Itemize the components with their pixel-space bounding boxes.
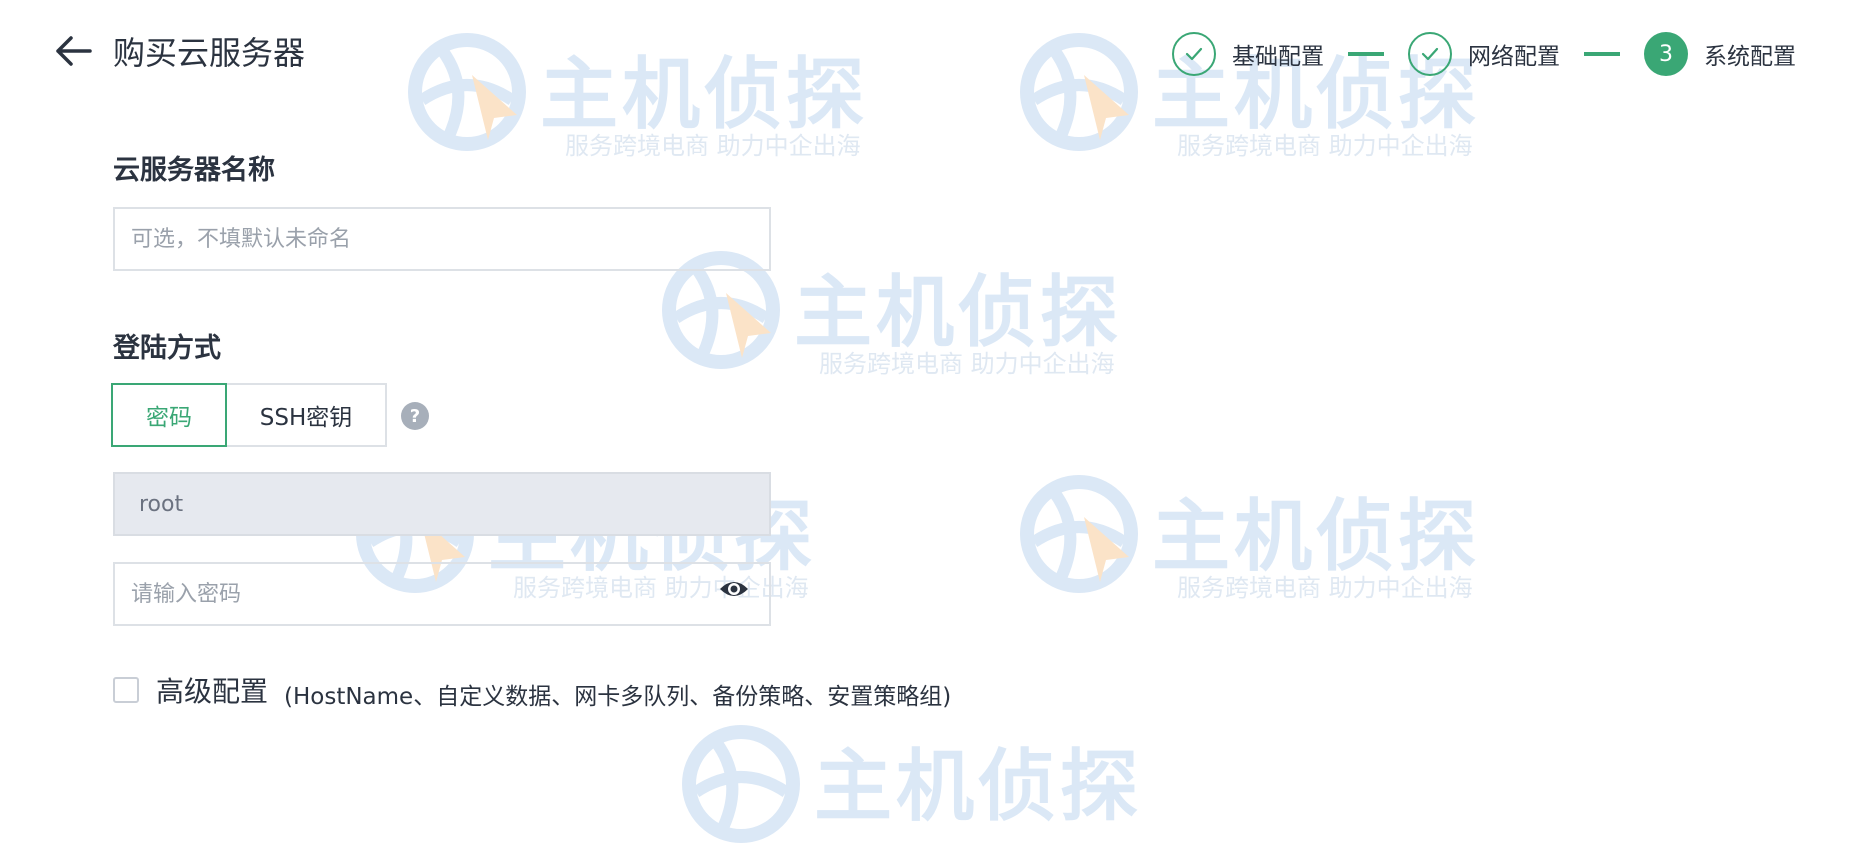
step-connector (1348, 52, 1384, 56)
watermark-globe-icon (408, 33, 526, 151)
watermark: 主机侦探 服务跨境电商 助力中企出海 (1014, 472, 1476, 602)
step-number-badge: 3 (1644, 32, 1688, 76)
username-field (113, 472, 771, 536)
watermark-globe-icon (1020, 475, 1138, 593)
watermark-title: 主机侦探 (814, 742, 1143, 832)
server-name-label: 云服务器名称 (113, 155, 275, 186)
server-name-input[interactable] (113, 207, 771, 271)
watermark-title: 主机侦探 (794, 268, 1123, 358)
check-icon (1185, 47, 1203, 61)
step-completed-indicator (1172, 32, 1216, 76)
watermark-subtitle: 服务跨境电商 助力中企出海 (1177, 574, 1473, 602)
advanced-config-description: (HostName、自定义数据、网卡多队列、备份策略、安置策略组) (284, 684, 952, 710)
watermark: 主机侦探 (676, 722, 1138, 852)
watermark-title: 主机侦探 (1152, 492, 1481, 582)
login-method-toggle: 密码 SSH密钥 (111, 383, 387, 447)
watermark-globe-icon (682, 725, 800, 843)
step-connector (1584, 52, 1620, 56)
login-method-label: 登陆方式 (113, 333, 221, 364)
check-icon (1421, 47, 1439, 61)
step-system-config: 3 系统配置 (1644, 32, 1796, 76)
step-basic-config: 基础配置 (1172, 32, 1324, 76)
watermark-globe-icon (1020, 33, 1138, 151)
question-mark-icon[interactable]: ? (401, 402, 429, 430)
watermark-subtitle: 服务跨境电商 助力中企出海 (819, 350, 1115, 378)
password-input[interactable] (113, 562, 771, 626)
step-label: 基础配置 (1232, 44, 1324, 70)
advanced-config-label[interactable]: 高级配置 (156, 670, 268, 710)
watermark-subtitle: 服务跨境电商 助力中企出海 (565, 132, 861, 160)
password-option-button[interactable]: 密码 (111, 383, 227, 447)
watermark-subtitle: 服务跨境电商 助力中企出海 (1177, 132, 1473, 160)
step-label: 网络配置 (1468, 44, 1560, 70)
advanced-config-checkbox[interactable] (113, 677, 139, 703)
ssh-key-option-button[interactable]: SSH密钥 (227, 383, 387, 447)
step-label: 系统配置 (1704, 44, 1796, 70)
eye-icon[interactable] (718, 577, 750, 601)
arrow-left-icon[interactable] (54, 32, 92, 70)
watermark: 主机侦探 服务跨境电商 助力中企出海 (402, 30, 864, 160)
progress-steps: 基础配置 网络配置 3 系统配置 (1172, 29, 1796, 79)
step-network-config: 网络配置 (1408, 32, 1560, 76)
watermark-title: 主机侦探 (540, 50, 869, 140)
step-completed-indicator (1408, 32, 1452, 76)
page-title: 购买云服务器 (113, 34, 306, 72)
